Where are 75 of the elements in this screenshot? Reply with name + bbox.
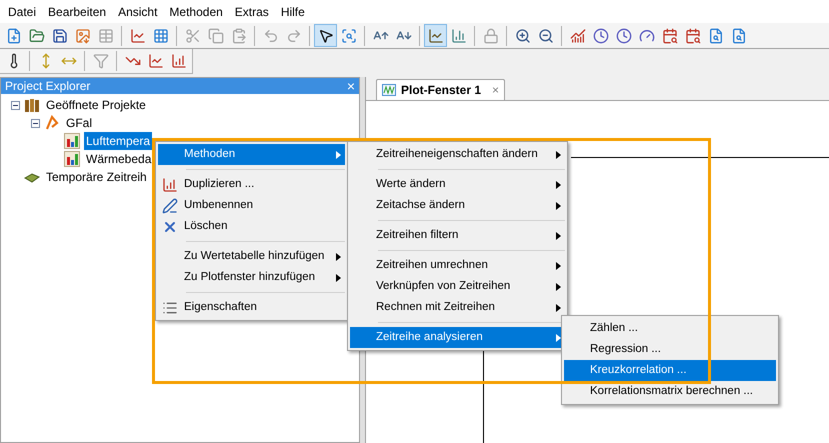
submenu-arrow-icon <box>556 202 561 210</box>
table-icon <box>98 28 114 44</box>
menu-item[interactable]: Zeitreiheneigenschaften ändern <box>350 144 565 165</box>
properties-icon <box>162 300 178 316</box>
submenu-arrow-icon <box>556 232 561 240</box>
image-export-icon <box>74 28 90 44</box>
submenu-arrow-icon <box>556 282 561 290</box>
zoom-area-icon <box>340 28 356 44</box>
panel-title: Project Explorer <box>5 78 90 95</box>
filter-icon <box>92 53 108 69</box>
tree-item[interactable]: Temporäre Zeitreih <box>44 168 149 186</box>
menu-item[interactable]: Zählen ... <box>564 318 776 339</box>
submenu-arrow-icon <box>336 150 341 158</box>
plot-window-icon <box>382 84 396 96</box>
menu-item[interactable]: Verknüpfen von Zeitreihen <box>350 276 565 297</box>
document-search-icon <box>730 28 746 44</box>
tree-item[interactable]: Lufttempera <box>84 132 152 150</box>
collapse-icon[interactable] <box>31 118 40 128</box>
submenu-arrow-icon <box>556 180 561 188</box>
menu-item[interactable]: Eigenschaften <box>158 297 345 318</box>
bar-chart-icon <box>450 28 466 44</box>
calendar-search-icon <box>662 28 678 44</box>
redo-icon <box>286 28 302 44</box>
menu-bar-item[interactable]: Hilfe <box>274 2 311 20</box>
tab[interactable]: Plot-Fenster 1 × <box>376 79 506 100</box>
copy-icon <box>208 28 224 44</box>
collapse-icon[interactable] <box>11 100 20 110</box>
menu-item[interactable]: Duplizieren ... <box>158 174 345 195</box>
menu-item[interactable]: Zu Plotfenster hinzufügen <box>158 267 345 288</box>
menu-bar-item[interactable]: Methoden <box>163 2 229 20</box>
submenu-arrow-icon <box>336 274 341 282</box>
tree-item[interactable]: Wärmebeda <box>84 150 154 168</box>
line-chart-icon <box>428 28 444 44</box>
menu-item[interactable]: Regression ... <box>564 339 776 360</box>
menu-bar-item[interactable]: Datei <box>2 2 42 20</box>
menu-item[interactable]: Kreuzkorrelation ... <box>564 360 776 381</box>
menu-item[interactable]: Rechnen mit Zeitreihen <box>350 297 565 318</box>
menu-item[interactable]: Zeitachse ändern <box>350 195 565 216</box>
toolbar-button[interactable] <box>314 24 337 47</box>
submenu-arrow-icon <box>556 150 561 158</box>
menu-item[interactable]: Zeitreihen umrechnen <box>350 255 565 276</box>
menu-bar-item[interactable]: Extras <box>228 2 275 20</box>
menu-item[interactable]: Korrelationsmatrix berechnen ... <box>564 381 776 402</box>
menu-item[interactable]: Methoden <box>158 144 345 165</box>
document-search-icon <box>708 28 724 44</box>
menu-bar-item[interactable]: Bearbeiten <box>42 2 112 20</box>
project-icon <box>44 115 60 131</box>
menu-item[interactable]: Löschen <box>158 216 345 237</box>
menu-item[interactable]: Umbenennen <box>158 195 345 216</box>
bar-chart-icon <box>64 151 80 167</box>
tab-close-button[interactable]: × <box>492 81 500 99</box>
rename-icon <box>162 198 178 214</box>
folder-icon <box>28 28 44 44</box>
submenu-arrow-icon <box>556 262 561 270</box>
pointer-icon <box>318 28 334 44</box>
tree-item[interactable]: GFal <box>64 114 94 132</box>
menu-item[interactable]: Zeitreihen filtern <box>350 225 565 246</box>
zoom-in-icon <box>514 28 530 44</box>
menu-item[interactable]: Zu Wertetabelle hinzufügen <box>158 246 345 267</box>
undo-icon <box>262 28 278 44</box>
menu-bar-item[interactable]: Ansicht <box>112 2 164 20</box>
calendar-search-icon <box>684 28 700 44</box>
submenu-arrow-icon <box>556 334 561 342</box>
new-file-icon <box>6 28 22 44</box>
submenu-arrow-icon <box>336 252 341 260</box>
bar-chart-icon <box>64 133 80 149</box>
tree-item[interactable]: Geöffnete Projekte <box>44 96 148 114</box>
books-icon <box>24 97 40 113</box>
menu-item[interactable]: Werte ändern <box>350 174 565 195</box>
paste-icon <box>230 28 246 44</box>
zoom-out-icon <box>538 28 554 44</box>
lock-icon <box>482 28 498 44</box>
cut-icon <box>184 28 200 44</box>
submenu-arrow-icon <box>556 304 561 312</box>
save-icon <box>52 28 68 44</box>
